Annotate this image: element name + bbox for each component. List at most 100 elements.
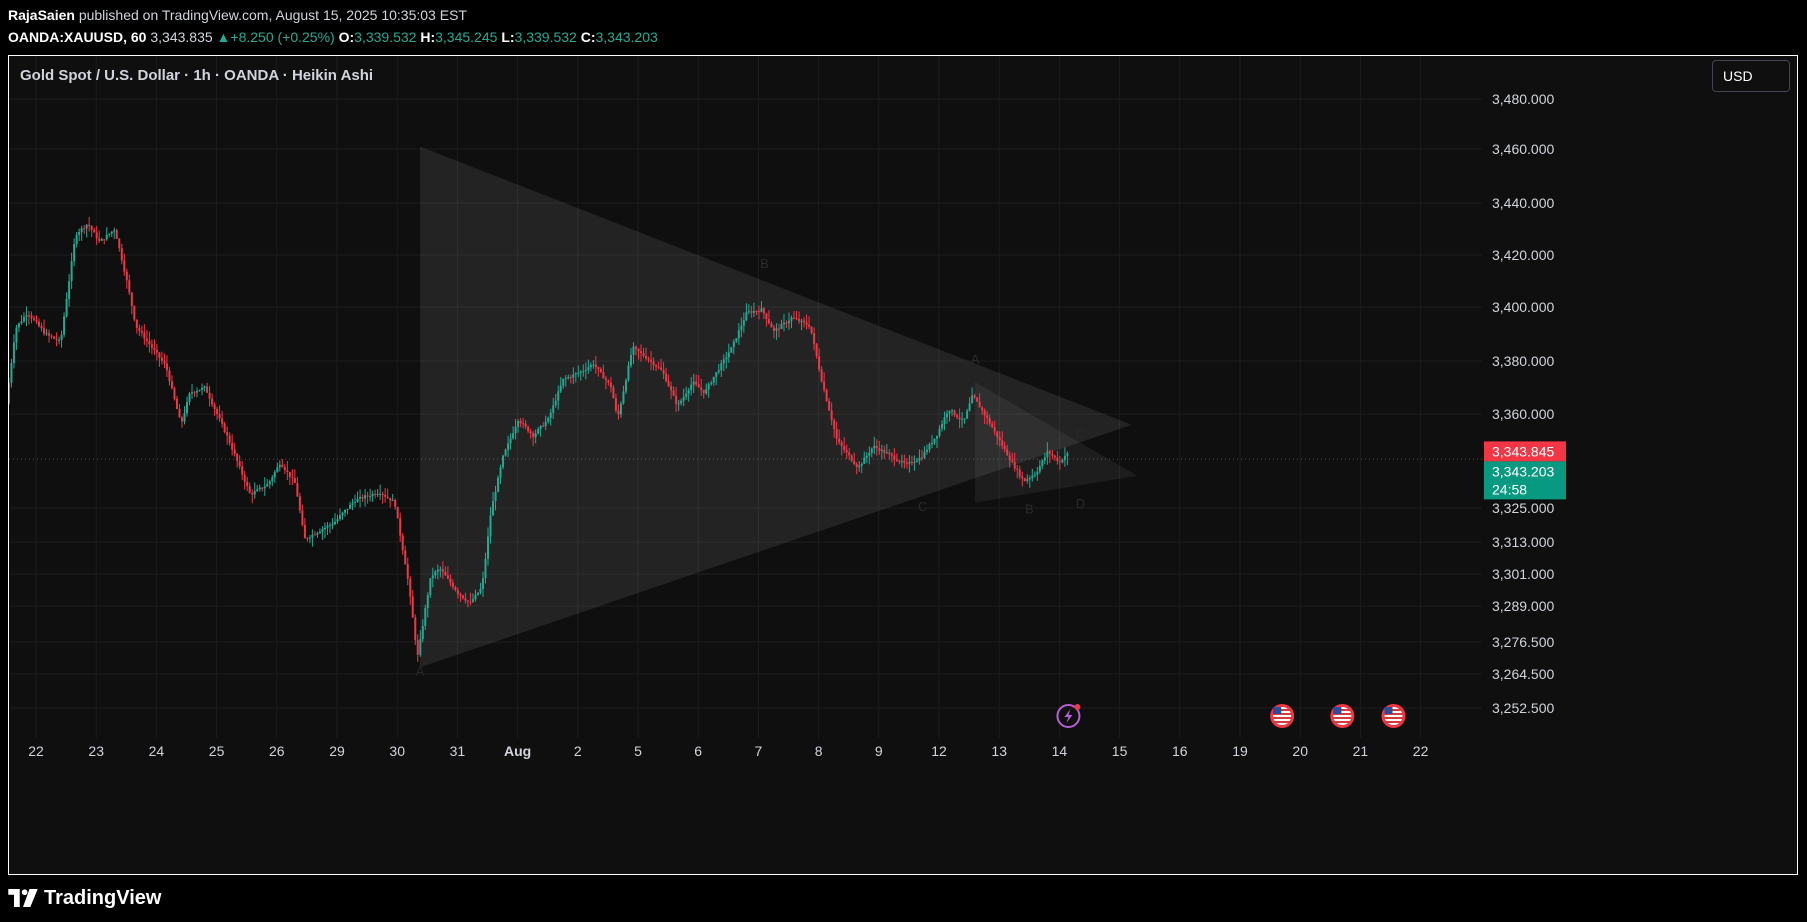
candle xyxy=(502,455,505,468)
candle xyxy=(863,457,866,464)
candle xyxy=(657,366,660,368)
candle xyxy=(316,533,319,535)
author-name[interactable]: RajaSaien xyxy=(8,7,75,23)
candle xyxy=(991,423,994,428)
us-flag-icon xyxy=(1330,704,1355,728)
candle xyxy=(782,322,785,325)
candle xyxy=(346,508,349,510)
candle xyxy=(331,524,334,526)
candle xyxy=(1036,471,1039,475)
candle xyxy=(135,319,138,328)
candle xyxy=(168,370,171,382)
lightning-icon xyxy=(1056,704,1081,728)
candle xyxy=(830,410,833,421)
candle xyxy=(479,588,482,593)
candle xyxy=(803,320,806,323)
candle xyxy=(165,363,168,371)
candle xyxy=(978,401,981,408)
candle xyxy=(582,370,585,372)
candle xyxy=(15,327,18,343)
candle xyxy=(494,491,497,502)
x-tick-label: 7 xyxy=(755,743,763,759)
candle xyxy=(163,360,166,364)
candle xyxy=(885,452,888,454)
candle xyxy=(828,400,831,411)
candle xyxy=(48,333,51,336)
candle xyxy=(1041,460,1044,466)
candle xyxy=(105,234,108,240)
candle xyxy=(800,320,803,322)
candle xyxy=(394,500,397,507)
candle xyxy=(577,372,580,374)
currency-button[interactable]: USD xyxy=(1712,60,1790,92)
candle xyxy=(155,349,158,353)
candle xyxy=(103,239,106,241)
candle xyxy=(943,417,946,424)
candle xyxy=(835,428,838,439)
candle xyxy=(584,369,587,371)
candle xyxy=(677,403,680,405)
candle xyxy=(208,392,211,399)
candle xyxy=(549,412,552,419)
candle xyxy=(873,445,876,449)
open-value: 3,339.532 xyxy=(354,29,417,45)
candle xyxy=(484,558,487,579)
tradingview-logo[interactable]: TradingView xyxy=(8,886,161,910)
candle xyxy=(539,425,542,429)
flag-canton xyxy=(1333,707,1342,714)
candle xyxy=(191,392,194,394)
candle xyxy=(732,341,735,348)
candle xyxy=(742,320,745,326)
candle xyxy=(459,593,462,596)
candle xyxy=(983,410,986,416)
candle xyxy=(825,389,828,401)
candle xyxy=(65,298,68,317)
candle xyxy=(145,338,148,341)
candle xyxy=(554,400,557,406)
published-text: published on TradingView.com, August 15,… xyxy=(78,7,467,23)
candle xyxy=(248,486,251,493)
candle xyxy=(391,500,394,502)
candle xyxy=(976,397,979,402)
low-value: 3,339.532 xyxy=(514,29,577,45)
candle xyxy=(38,321,41,327)
countdown-label: 24:58 xyxy=(1492,481,1527,497)
chart-frame[interactable]: A B C A B C D 3,480.000 3,460.000 3,440.000 3,420… xyxy=(8,55,1798,875)
candle xyxy=(938,428,941,436)
close-value: 3,343.203 xyxy=(595,29,658,45)
candle xyxy=(218,414,221,419)
candle xyxy=(186,402,189,414)
candle xyxy=(958,417,961,420)
candle xyxy=(278,464,281,468)
x-tick-label: 9 xyxy=(875,743,883,759)
candle xyxy=(710,382,713,385)
candle xyxy=(750,311,753,313)
candle xyxy=(935,435,938,439)
candle xyxy=(143,332,146,339)
candle xyxy=(752,310,755,313)
candle xyxy=(306,538,309,540)
candle xyxy=(735,338,738,342)
x-tick-label: 5 xyxy=(634,743,642,759)
candle xyxy=(379,493,382,495)
symbol-label[interactable]: OANDA:XAUUSD, 60 xyxy=(8,29,146,45)
candle xyxy=(632,346,635,355)
flag-stripe xyxy=(1384,721,1403,723)
candle xyxy=(293,477,296,483)
candle xyxy=(700,387,703,390)
candle xyxy=(414,617,417,641)
candle xyxy=(175,398,178,409)
candle xyxy=(755,310,758,312)
candle xyxy=(770,323,773,328)
candle xyxy=(963,418,966,420)
candle xyxy=(173,388,176,399)
candle xyxy=(602,372,605,379)
chart-canvas[interactable]: A B C A B C D 3,480.000 3,460.000 3,440.000 3,420… xyxy=(9,56,1798,875)
candle xyxy=(266,484,269,487)
candle xyxy=(567,377,570,379)
candle xyxy=(900,460,903,462)
candle xyxy=(650,359,653,362)
candle xyxy=(466,600,469,602)
candle xyxy=(90,226,93,230)
candle xyxy=(389,497,392,501)
